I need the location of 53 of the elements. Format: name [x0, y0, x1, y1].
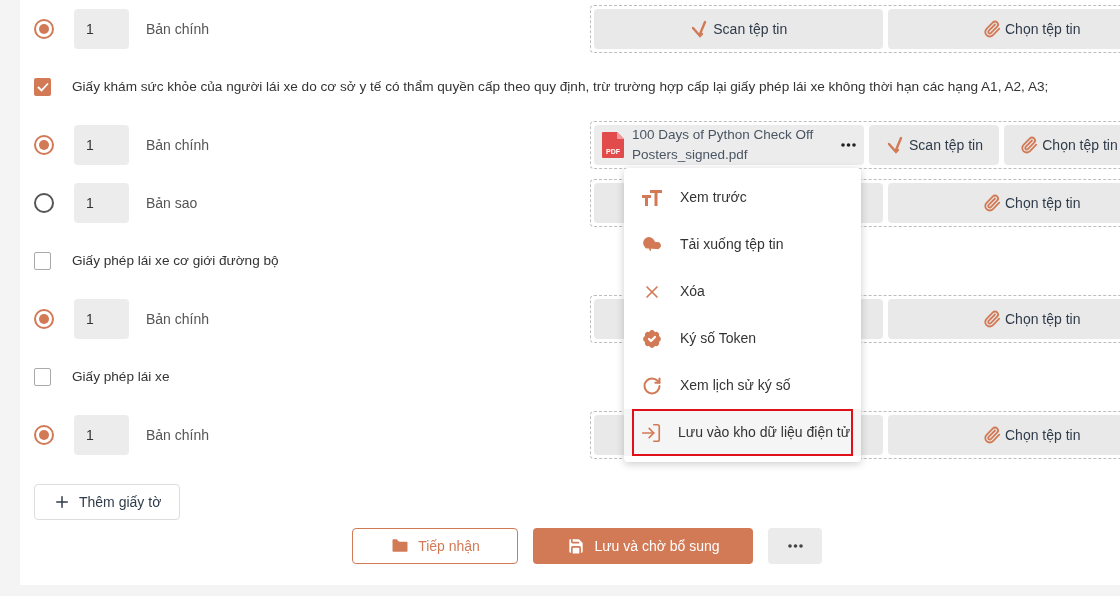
refresh-icon — [642, 375, 662, 396]
radio-button[interactable] — [34, 425, 54, 445]
radio-button[interactable] — [34, 309, 54, 329]
file-name[interactable]: 100 Days of Python Check Off Posters_signed.pdf — [632, 125, 822, 165]
checkbox[interactable] — [34, 252, 51, 270]
choose-file-button[interactable]: Chọn tệp tin — [887, 183, 1120, 223]
choose-file-button[interactable]: Chọn tệp tin — [1004, 125, 1120, 165]
copy-type-label: Bản chính — [146, 19, 211, 39]
menu-item-label: Xem trước — [680, 188, 747, 207]
more-icon — [841, 143, 856, 147]
more-icon — [787, 544, 803, 548]
menu-item-label: Ký số Token — [680, 329, 756, 348]
quantity-field[interactable]: 1 — [74, 415, 129, 455]
choose-file-button[interactable]: Chọn tệp tin — [887, 415, 1120, 455]
copy-type-label: Bản sao — [146, 193, 199, 213]
quantity-field[interactable]: 1 — [74, 299, 129, 339]
document-title: Giấy khám sức khỏe của người lái xe do cơ sở y tế có thẩm quyền cấp theo quy định, trừ trường hợp cấp lại giấy phép lái xe không thời hạn các hạng A1, A2, A3; — [72, 77, 1049, 96]
menu-item-label: Lưu vào kho dữ liệu điện tử — [678, 423, 851, 442]
add-document-button[interactable]: Thêm giấy tờ — [34, 484, 181, 520]
quantity-field[interactable]: 1 — [74, 9, 129, 49]
radio-button[interactable] — [34, 19, 54, 39]
paperclip-icon — [983, 20, 1001, 38]
checkbox[interactable] — [34, 78, 51, 96]
paperclip-icon — [1020, 136, 1039, 154]
menu-item[interactable]: Lưu vào kho dữ liệu điện tử — [624, 409, 861, 456]
copy-type-label: Bản chính — [146, 135, 211, 155]
menu-item-label: Xem lịch sử ký số — [680, 376, 791, 395]
menu-item[interactable]: Ký số Token — [624, 315, 861, 362]
plus-icon — [53, 493, 71, 511]
menu-item[interactable]: Tải xuống tệp tin — [624, 221, 861, 268]
radio-button[interactable] — [34, 193, 54, 213]
checkbox[interactable] — [34, 368, 51, 386]
enter-icon — [640, 421, 662, 444]
copy-type-label: Bản chính — [146, 309, 211, 329]
menu-item[interactable]: Xem lịch sử ký số — [624, 362, 861, 409]
menu-item[interactable]: Xem trước — [624, 174, 861, 221]
radio-button[interactable] — [34, 135, 54, 155]
menu-item-label: Tải xuống tệp tin — [680, 235, 784, 254]
scan-button[interactable]: Scan tệp tin — [594, 9, 883, 49]
paperclip-icon — [983, 426, 1001, 444]
menu-item[interactable]: Xóa — [624, 268, 861, 315]
menu-item-label: Xóa — [680, 282, 705, 301]
document-title: Giấy phép lái xe cơ giới đường bộ — [72, 251, 279, 270]
quantity-field[interactable]: 1 — [74, 183, 129, 223]
text-size-icon — [641, 188, 663, 207]
choose-file-button[interactable]: Chọn tệp tin — [887, 9, 1120, 49]
choose-file-button[interactable]: Chọn tệp tin — [887, 299, 1120, 339]
quantity-field[interactable]: 1 — [74, 125, 129, 165]
document-title: Giấy phép lái xe — [72, 367, 170, 386]
paperclip-icon — [983, 310, 1001, 328]
scan-button[interactable]: Scan tệp tin — [869, 125, 999, 165]
copy-type-label: Bản chính — [146, 425, 211, 445]
paperclip-icon — [983, 194, 1001, 212]
